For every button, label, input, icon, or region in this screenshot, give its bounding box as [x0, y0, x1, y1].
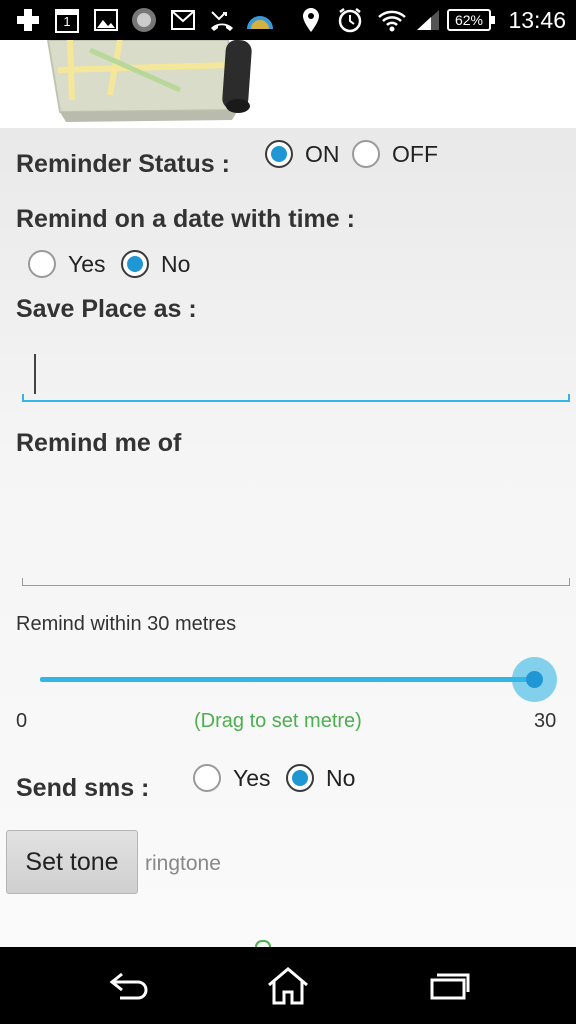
slider-min-label: 0 — [16, 710, 28, 732]
save-place-input[interactable] — [22, 344, 570, 402]
battery-indicator: 62% — [447, 9, 495, 31]
gmail-icon — [170, 6, 196, 34]
radio-unchecked-icon — [193, 764, 221, 792]
recent-apps-icon — [430, 973, 470, 1000]
location-icon — [300, 6, 322, 34]
set-tone-button[interactable]: Set tone — [6, 830, 138, 894]
signal-icon — [414, 6, 442, 34]
radio-checked-icon — [286, 764, 314, 792]
home-button[interactable] — [263, 965, 313, 1007]
missed-call-icon — [208, 6, 236, 34]
reminder-status-label: Reminder Status : — [16, 150, 230, 178]
slider-max-label: 30 — [534, 710, 557, 732]
status-time: 13:46 — [508, 7, 566, 33]
remind-date-yes-radio[interactable]: Yes — [28, 250, 106, 278]
radio-unchecked-icon — [352, 140, 380, 168]
remind-me-of-label: Remind me of — [16, 429, 182, 457]
input-underline — [22, 585, 570, 586]
remind-me-of-input[interactable] — [22, 468, 570, 586]
save-place-label: Save Place as : — [16, 295, 197, 323]
remind-date-no-radio[interactable]: No — [121, 250, 190, 278]
radio-checked-icon — [265, 140, 293, 168]
alarm-icon — [336, 6, 364, 34]
remind-date-label: Remind on a date with time : — [16, 205, 355, 233]
input-underline — [22, 400, 570, 402]
reminder-status-off-radio[interactable]: OFF — [352, 140, 438, 168]
send-sms-label: Send sms : — [16, 774, 150, 802]
ringtone-value: ringtone — [145, 852, 221, 875]
radio-checked-icon — [121, 250, 149, 278]
distance-label: Remind within 30 metres — [16, 613, 237, 635]
send-sms-yes-radio[interactable]: Yes — [193, 764, 271, 792]
status-bar: 1 62% 13:46 — [0, 0, 576, 40]
text-cursor — [34, 354, 36, 394]
send-sms-no-radio[interactable]: No — [286, 764, 355, 792]
slider-track[interactable] — [40, 677, 536, 682]
weather-icon — [245, 6, 275, 34]
calendar-icon: 1 — [54, 6, 80, 34]
navigation-bar — [0, 947, 576, 1024]
image-icon — [93, 6, 119, 34]
app-icon — [128, 6, 160, 34]
recent-apps-button[interactable] — [424, 965, 474, 1007]
reminder-status-on-radio[interactable]: ON — [265, 140, 340, 168]
header-map-image — [0, 40, 576, 128]
home-icon — [268, 967, 308, 1005]
back-icon — [109, 972, 148, 1000]
reminder-form: Reminder Status : ON OFF Remind on a dat… — [0, 128, 576, 947]
radio-unchecked-icon — [28, 250, 56, 278]
wifi-icon — [377, 6, 407, 34]
plus-icon — [14, 6, 42, 34]
partial-icon — [255, 940, 271, 947]
back-button[interactable] — [104, 965, 154, 1007]
slider-thumb[interactable] — [526, 671, 543, 688]
slider-hint-text: (Drag to set metre) — [194, 710, 362, 732]
